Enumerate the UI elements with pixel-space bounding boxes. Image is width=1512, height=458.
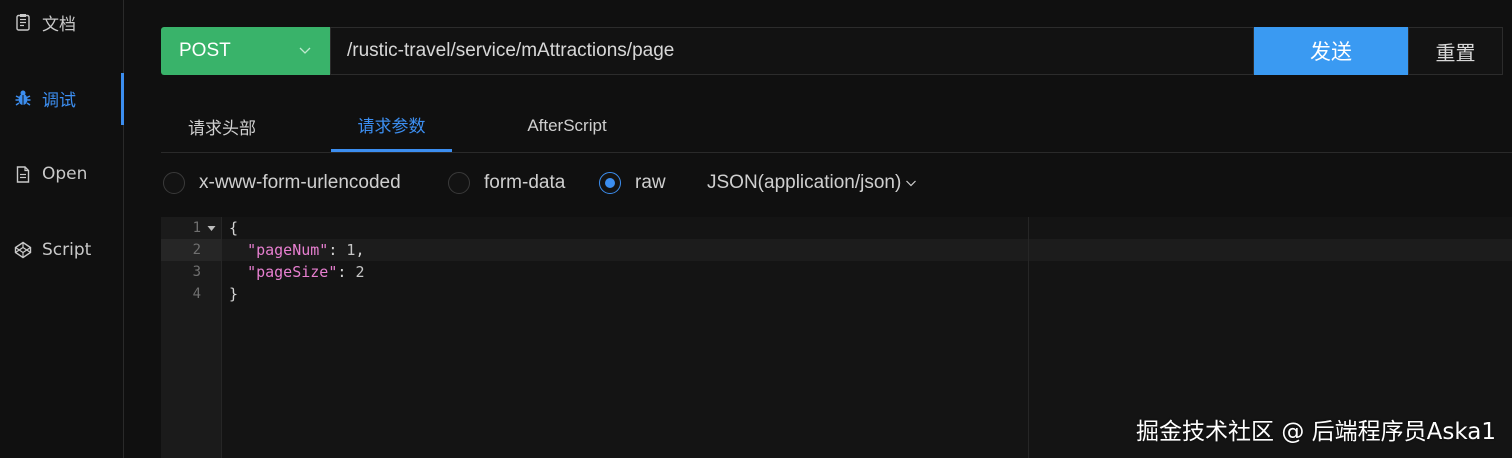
sidebar-item-open[interactable]: Open — [0, 154, 123, 194]
line-number: 4 — [192, 286, 201, 302]
file-icon — [14, 165, 32, 183]
url-input[interactable] — [330, 27, 1254, 75]
radio-label: form-data — [484, 172, 566, 193]
tab-label: 请求头部 — [188, 118, 256, 138]
sidebar-item-label: 文档 — [42, 14, 76, 35]
sidebar-item-debug[interactable]: 调试 — [0, 78, 123, 118]
radio-label: raw — [635, 172, 666, 193]
radio-circle — [599, 172, 621, 194]
sidebar-item-label: Script — [42, 240, 92, 260]
radio-circle — [448, 172, 470, 194]
content-type-value: JSON(application/json) — [707, 172, 902, 193]
tab-request-headers[interactable]: 请求头部 — [161, 100, 283, 152]
content-type-select[interactable]: JSON(application/json) — [707, 170, 917, 196]
tab-label: 请求参数 — [357, 117, 426, 136]
sidebar: 文档 调试 Open Script — [0, 0, 124, 458]
line-number: 2 — [192, 242, 201, 258]
code-punct: } — [229, 285, 239, 303]
radio-x-www-form-urlencoded[interactable]: x-www-form-urlencoded — [163, 170, 401, 196]
sidebar-item-label: 调试 — [42, 90, 76, 111]
send-button[interactable]: 发送 — [1254, 27, 1408, 75]
reset-button[interactable]: 重置 — [1408, 27, 1503, 75]
radio-label: x-www-form-urlencoded — [199, 172, 401, 193]
fold-arrow-icon[interactable] — [207, 224, 216, 233]
document-icon — [14, 13, 32, 31]
json-key: "pageSize" — [247, 263, 338, 281]
code-colon: : — [337, 263, 356, 281]
line-number: 1 — [192, 220, 201, 236]
radio-form-data[interactable]: form-data — [448, 170, 565, 196]
print-margin — [1028, 217, 1029, 458]
sidebar-item-label: Open — [42, 164, 88, 184]
bug-icon — [14, 89, 32, 107]
code-punct: { — [229, 219, 239, 237]
radio-circle — [163, 172, 185, 194]
code-line: "pageSize": 2 — [229, 261, 364, 283]
sidebar-active-indicator — [121, 73, 124, 125]
chevron-down-icon — [299, 47, 311, 54]
json-key: "pageNum" — [247, 241, 329, 259]
sidebar-item-script[interactable]: Script — [0, 230, 123, 270]
tab-label: AfterScript — [527, 116, 607, 135]
sidebar-item-docs[interactable]: 文档 — [0, 2, 123, 42]
chevron-down-icon — [906, 180, 917, 187]
api-debug-app: 文档 调试 Open Script POST 发送 重置 — [0, 0, 1512, 458]
active-line-highlight — [222, 239, 1512, 261]
json-value: 2 — [355, 263, 365, 281]
code-punct: , — [355, 241, 365, 259]
line-number: 3 — [192, 264, 201, 280]
tab-request-params[interactable]: 请求参数 — [331, 100, 452, 152]
code-line: "pageNum": 1, — [229, 239, 364, 261]
code-line: } — [229, 283, 238, 305]
watermark: 掘金技术社区 @ 后端程序员Aska1 — [1136, 419, 1496, 445]
request-tabs: 请求头部 请求参数 AfterScript — [161, 100, 1512, 153]
method-value: POST — [179, 40, 231, 61]
code-line: { — [229, 217, 238, 239]
radio-raw[interactable]: raw — [599, 170, 666, 196]
code-colon: : — [328, 241, 347, 259]
method-select[interactable]: POST — [161, 27, 330, 75]
codepen-icon — [14, 241, 32, 259]
tab-afterscript[interactable]: AfterScript — [501, 100, 633, 152]
